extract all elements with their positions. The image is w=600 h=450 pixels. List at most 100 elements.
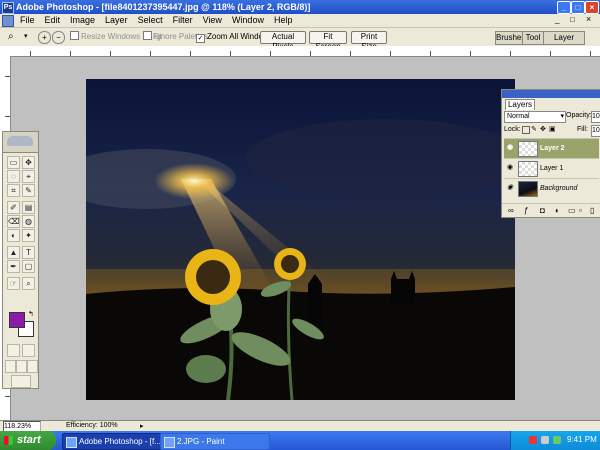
zoom-out-icon[interactable]: − [52, 31, 65, 44]
swap-colors-icon[interactable]: ↰ [28, 310, 34, 318]
ruler-tick [230, 51, 231, 56]
document-close-button[interactable]: × [586, 14, 591, 24]
chevron-down-icon: ▾ [560, 113, 564, 120]
document-icon[interactable] [2, 15, 14, 27]
new-group-icon[interactable]: ▭ [568, 206, 576, 215]
lock-all-icon[interactable]: ▣ [549, 125, 556, 133]
trash-icon[interactable]: ▯ [590, 206, 594, 215]
zoom-tool-icon[interactable]: ⌕ [8, 31, 22, 43]
layer-thumbnail [518, 181, 538, 197]
blend-mode-select[interactable]: Normal ▾ [504, 111, 566, 123]
security-alert-icon[interactable] [529, 436, 537, 444]
quick-mask-mode-icon[interactable] [22, 344, 35, 357]
fill-input[interactable]: 10 [591, 125, 600, 137]
layer-mask-icon[interactable]: ◘ [540, 206, 545, 215]
lock-image-icon[interactable]: ✎ [531, 125, 537, 133]
ruler-tick [270, 51, 271, 56]
zoom-in-icon[interactable]: + [38, 31, 51, 44]
screen-mode-full-menu-icon[interactable] [16, 360, 27, 373]
blur-tool-icon[interactable]: ◐ [7, 229, 20, 242]
ruler-tick [5, 116, 10, 117]
link-layers-icon[interactable]: ∞ [508, 206, 514, 215]
layer-style-icon[interactable]: ƒ [524, 206, 528, 215]
eraser-tool-icon[interactable]: ⌫ [7, 215, 20, 228]
document-min-button[interactable]: _ [555, 15, 559, 24]
layers-palette: Layers Normal ▾ Opacity: 10 Lock: ✎ ✥ ▣ … [501, 89, 600, 218]
menu-image[interactable]: Image [65, 14, 100, 27]
ruler-tick [5, 76, 10, 77]
volume-icon[interactable] [553, 436, 561, 444]
screen-mode-standard-icon[interactable] [5, 360, 16, 373]
adjustment-layer-icon[interactable]: ◐ [555, 206, 560, 215]
minimize-button[interactable]: _ [557, 1, 571, 14]
image-canvas[interactable] [86, 79, 515, 400]
foreground-color-fill [9, 312, 25, 328]
start-button[interactable]: start [0, 431, 56, 450]
ruler-tick [190, 51, 191, 56]
lock-position-icon[interactable]: ✥ [540, 125, 546, 133]
healing-brush-tool-icon[interactable]: ✐ [7, 201, 20, 214]
jump-to-imageready-icon[interactable] [11, 375, 31, 388]
menu-view[interactable]: View [198, 14, 227, 27]
paint-task-icon [164, 437, 175, 448]
document-max-button[interactable]: □ [570, 15, 575, 24]
taskbar-photoshop[interactable]: Adobe Photoshop - [f... [62, 433, 172, 450]
eye-icon[interactable]: ◉ [506, 144, 514, 152]
palette-tab-tool-presets[interactable]: Tool Pr [522, 31, 544, 54]
layer-row-layer-1[interactable]: ◉ Layer 1 [504, 158, 599, 178]
palette-tab-brushes[interactable]: Brushes [495, 31, 525, 45]
menu-select[interactable]: Select [133, 14, 168, 27]
move-tool-icon[interactable]: ✥ [22, 156, 35, 169]
lock-transparency-icon[interactable] [522, 126, 530, 134]
tools-palette: ▭ ✥ ◌ ⌖ ⌗ ✎ ✐ ▤ ⌫ ◍ ◐ ✦ ▲ T ✒ ▢ ☞ ⌕ ↰ [2, 131, 39, 389]
screen-mode-full-icon[interactable] [27, 360, 38, 373]
crop-tool-icon[interactable]: ⌗ [7, 184, 20, 197]
layers-tab[interactable]: Layers [505, 99, 535, 110]
magic-wand-tool-icon[interactable]: ⌖ [22, 170, 35, 183]
maximize-button[interactable]: □ [571, 1, 585, 14]
menu-filter[interactable]: Filter [168, 14, 198, 27]
pen-tool-icon[interactable]: ✒ [7, 260, 20, 273]
new-layer-icon[interactable]: ▫ [579, 206, 582, 215]
taskbar: start Adobe Photoshop - [f... 2.JPG - Pa… [0, 431, 600, 450]
palette-tab-layer-comps[interactable]: Layer Comps [543, 31, 585, 54]
menu-file[interactable]: File [15, 14, 40, 27]
fit-screen-button[interactable]: Fit Screen [309, 31, 347, 51]
dodge-tool-icon[interactable]: ✦ [22, 229, 35, 242]
menu-layer[interactable]: Layer [100, 14, 133, 27]
opacity-input[interactable]: 10 [591, 111, 600, 123]
actual-pixels-button[interactable]: Actual Pixels [260, 31, 306, 51]
tools-palette-header[interactable] [3, 132, 38, 153]
start-label: start [17, 434, 41, 446]
eye-icon[interactable]: ◉ [506, 184, 514, 192]
type-tool-icon[interactable]: T [22, 246, 35, 259]
ruler-tick [510, 51, 511, 56]
tool-preset-dropdown-icon[interactable]: ▾ [24, 32, 28, 40]
path-selection-tool-icon[interactable]: ▲ [7, 246, 20, 259]
lasso-tool-icon[interactable]: ◌ [7, 170, 20, 183]
layer-row-layer-2[interactable]: ◉ Layer 2 [504, 138, 599, 158]
zoom-tool-icon[interactable]: ⌕ [22, 277, 35, 290]
hand-tool-icon[interactable]: ☞ [7, 277, 20, 290]
clock[interactable]: 9:41 PM [567, 435, 597, 444]
layers-bottom-bar: ∞ ƒ ◘ ◐ ▭ ▫ ▯ [502, 203, 600, 218]
layer-name: Layer 1 [540, 165, 564, 172]
ruler-tick [550, 51, 551, 56]
standard-mode-icon[interactable] [7, 344, 20, 357]
gradient-tool-icon[interactable]: ◍ [22, 215, 35, 228]
menu-window[interactable]: Window [227, 14, 269, 27]
menu-help[interactable]: Help [269, 14, 298, 27]
menu-edit[interactable]: Edit [40, 14, 66, 27]
layer-row-background[interactable]: ◉ Background [504, 178, 599, 198]
eye-icon[interactable]: ◉ [506, 164, 514, 172]
close-button[interactable]: × [585, 1, 599, 14]
layers-palette-titlebar[interactable] [502, 90, 600, 98]
marquee-tool-icon[interactable]: ▭ [7, 156, 20, 169]
shape-tool-icon[interactable]: ▢ [22, 260, 35, 273]
brush-tool-icon[interactable]: ▤ [22, 201, 35, 214]
taskbar-paint[interactable]: 2.JPG - Paint [160, 433, 270, 450]
network-icon[interactable] [541, 436, 549, 444]
photoshop-app-icon[interactable]: Ps [2, 2, 14, 14]
slice-tool-icon[interactable]: ✎ [22, 184, 35, 197]
print-size-button[interactable]: Print Size [351, 31, 387, 51]
